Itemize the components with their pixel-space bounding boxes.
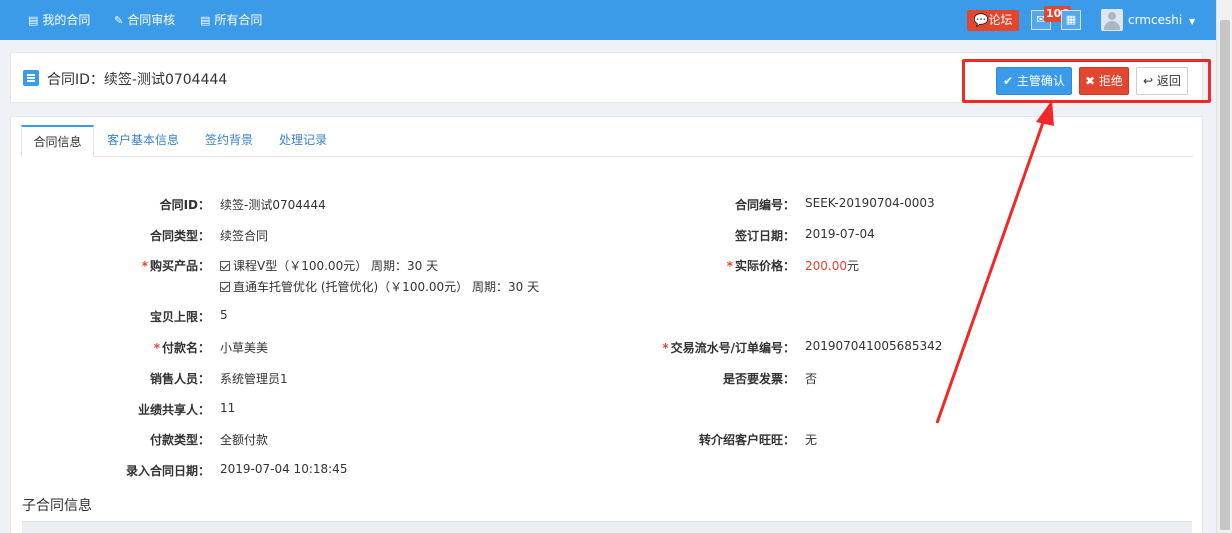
- entry-date-label: 录入合同日期：: [125, 464, 210, 478]
- required-marker: *: [726, 259, 733, 273]
- trade-no-value: 201907041005685342: [805, 339, 943, 353]
- forum-button[interactable]: 💬论坛: [967, 10, 1019, 31]
- scrollbar-thumb[interactable]: [1220, 20, 1230, 530]
- share-label: 业绩共享人：: [137, 403, 210, 417]
- list-icon: [23, 70, 39, 86]
- contract-no-label: 合同编号：: [734, 198, 795, 212]
- tab-processing-records[interactable]: 处理记录: [279, 125, 327, 157]
- payer-value: 小草美美: [220, 341, 269, 355]
- forum-label: 论坛: [988, 13, 1013, 27]
- contracts-icon: ▤: [200, 14, 211, 27]
- checkbox-checked-icon: [220, 282, 230, 292]
- payer-label-text: 付款名：: [161, 341, 210, 355]
- baby-limit-label: 宝贝上限：: [149, 310, 210, 324]
- contract-no-value: SEEK-20190704-0003: [805, 196, 935, 210]
- actual-price-value: 200.00元: [805, 257, 859, 274]
- nav-all-contracts[interactable]: ▤ 所有合同: [200, 0, 262, 40]
- price-amount: 200.00: [805, 259, 847, 273]
- calendar-button[interactable]: ▦: [1061, 10, 1081, 30]
- tab-customer-info[interactable]: 客户基本信息: [107, 125, 179, 157]
- sales-label: 销售人员：: [149, 372, 210, 386]
- user-menu[interactable]: crmceshi ▼: [1128, 0, 1195, 42]
- sales-value: 系统管理员1: [220, 372, 288, 386]
- actual-price-label: * 实际价格：: [727, 257, 795, 274]
- sign-date-value: 2019-07-04: [805, 227, 875, 241]
- pay-type-label: 付款类型：: [149, 433, 210, 447]
- page-title: 合同ID：续签-测试0704444: [47, 72, 228, 88]
- product-item: 直通车托管优化 (托管优化)（￥100.00元） 周期：30 天: [220, 278, 539, 295]
- referral-label: 转介绍客户旺旺：: [698, 433, 795, 447]
- products-label: * 购买产品：: [142, 257, 210, 274]
- payer-label: * 付款名：: [154, 339, 210, 356]
- top-navbar: ▤ 我的合同 ✎ 合同审核 ▤ 所有合同 💬论坛 ✉ 106 ▦ crmceshi ▼: [0, 0, 1216, 40]
- nav-contract-review[interactable]: ✎ 合同审核: [114, 0, 175, 40]
- calendar-icon: ▦: [1065, 13, 1077, 26]
- sub-contract-title: 子合同信息: [22, 498, 92, 514]
- contract-type-value: 续签合同: [220, 229, 269, 243]
- avatar[interactable]: [1101, 9, 1123, 31]
- entry-date-value: 2019-07-04 10:18:45: [220, 462, 348, 476]
- comment-icon: 💬: [973, 13, 989, 27]
- checkbox-checked-icon: [220, 261, 230, 271]
- nav-contract-review-label: 合同审核: [127, 13, 176, 27]
- product-item-text: 直通车托管优化 (托管优化)（￥100.00元） 周期：30 天: [233, 280, 540, 294]
- caret-down-icon: ▼: [1189, 17, 1196, 26]
- nav-all-contracts-label: 所有合同: [214, 13, 263, 27]
- tab-contract-info[interactable]: 合同信息: [21, 125, 94, 157]
- required-marker: *: [141, 259, 148, 273]
- trade-no-label-text: 交易流水号/订单编号：: [670, 341, 795, 355]
- contract-id-value: 续签-测试0704444: [220, 198, 326, 212]
- sign-date-label: 签订日期：: [734, 229, 795, 243]
- pay-type-value: 全额付款: [220, 433, 269, 447]
- contract-list-icon: ▤: [28, 14, 39, 27]
- required-marker: *: [153, 341, 160, 355]
- products-label-text: 购买产品：: [149, 259, 210, 273]
- product-item: 课程V型（￥100.00元） 周期：30 天: [220, 257, 438, 274]
- invoice-value: 否: [805, 372, 818, 386]
- referral-value: 无: [805, 433, 818, 447]
- annotation-highlight-box: [962, 59, 1211, 103]
- nav-my-contracts-label: 我的合同: [42, 13, 91, 27]
- tab-signing-background[interactable]: 签约背景: [205, 125, 253, 157]
- contract-id-label: 合同ID：: [159, 198, 210, 212]
- invoice-label: 是否要发票：: [722, 372, 795, 386]
- nav-my-contracts[interactable]: ▤ 我的合同: [28, 0, 90, 40]
- required-marker: *: [662, 341, 669, 355]
- contract-type-label: 合同类型：: [149, 229, 210, 243]
- trade-no-label: * 交易流水号/订单编号：: [662, 339, 795, 356]
- sub-contract-table-header: [22, 521, 1192, 533]
- edit-icon: ✎: [114, 14, 124, 27]
- price-unit: 元: [847, 259, 860, 273]
- actual-price-label-text: 实际价格：: [734, 259, 795, 273]
- baby-limit-value: 5: [220, 308, 228, 322]
- page-scrollbar[interactable]: [1216, 0, 1232, 533]
- tab-bar: 合同信息 客户基本信息 签约背景 处理记录: [21, 125, 1193, 157]
- username-label: crmceshi: [1128, 13, 1183, 27]
- product-item-text: 课程V型（￥100.00元） 周期：30 天: [233, 259, 439, 273]
- share-value: 11: [220, 401, 236, 415]
